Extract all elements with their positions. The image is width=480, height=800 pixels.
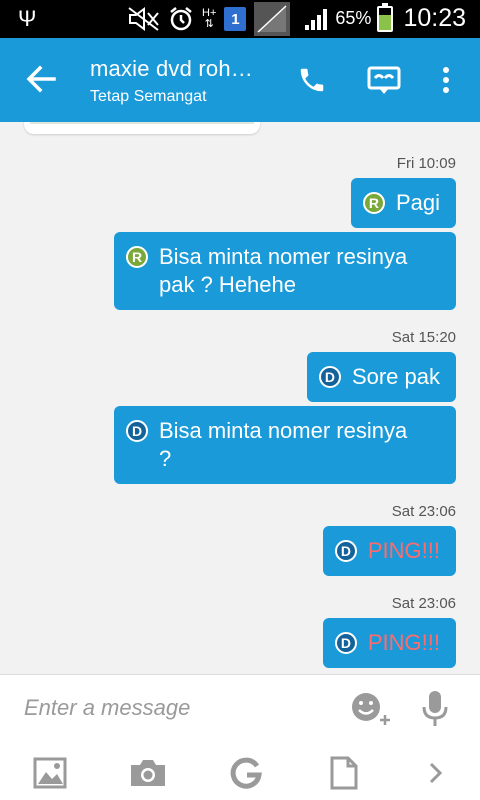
message-bubble[interactable]: D PING!!! [322, 526, 456, 576]
avatar: D [126, 420, 148, 442]
google-button[interactable] [226, 753, 266, 793]
conversation-title[interactable]: maxie dvd roh… [90, 56, 253, 82]
mic-icon[interactable] [420, 689, 450, 729]
more-vert-icon [443, 67, 449, 93]
sim-badge: 1 [224, 7, 247, 31]
phone-icon [300, 68, 324, 92]
message-bubble[interactable]: R Bisa minta nomer resinya pak ? Hehehe [114, 232, 456, 310]
incognito-button[interactable] [366, 62, 402, 98]
message-text-line: Bisa minta nomer resinya [159, 418, 408, 443]
clock: 10:23 [403, 4, 466, 32]
timestamp: Sat 23:06 [391, 595, 456, 612]
usb-icon: Ψ [18, 6, 37, 31]
message-text-line: pak ? Hehehe [159, 272, 296, 297]
message-bubble[interactable]: D Bisa minta nomer resinya ? [114, 406, 456, 484]
attachment-toolbar [0, 749, 480, 800]
timestamp: Sat 23:06 [391, 503, 456, 520]
file-button[interactable] [324, 753, 364, 793]
camera-button[interactable] [128, 753, 168, 793]
status-right: 65% 10:23 [303, 2, 466, 33]
message-list[interactable]: Fri 10:09 R Pagi R Bisa minta nomer resi… [0, 122, 480, 674]
timestamp: Sat 15:20 [391, 329, 456, 346]
status-icons: H+ ⇅ 1 [128, 2, 291, 36]
gallery-icon [33, 757, 67, 789]
gallery-button[interactable] [30, 753, 70, 793]
message-text-line: Bisa minta nomer resinya [159, 244, 408, 269]
file-icon [330, 756, 358, 790]
no-sound-icon [128, 7, 159, 31]
mask-icon [367, 66, 401, 94]
message-bubble[interactable]: R Pagi [350, 178, 456, 228]
conversation-subtitle: Tetap Semangat [90, 88, 207, 105]
battery-icon [377, 2, 394, 32]
avatar: D [334, 632, 357, 654]
avatar: D [334, 540, 357, 562]
avatar: R [362, 192, 385, 214]
avatar: R [126, 246, 148, 268]
back-arrow-icon[interactable] [24, 62, 58, 96]
signal-sim2-icon [305, 8, 328, 30]
camera-icon [131, 760, 165, 786]
signal-sim1-icon [254, 2, 291, 36]
message-input[interactable]: Enter a message [24, 695, 324, 725]
google-icon [230, 757, 262, 789]
message-text: PING!!! [367, 538, 440, 563]
network-type-indicator: H+ ⇅ [202, 7, 217, 30]
status-bar: Ψ H+ ⇅ 1 65% 10:23 [0, 0, 480, 38]
alarm-icon [170, 7, 192, 31]
message-text: PING!!! [367, 630, 440, 655]
image-message-stub[interactable] [24, 122, 260, 134]
emoji-add-icon[interactable] [350, 691, 394, 727]
call-button[interactable] [294, 62, 330, 98]
chevron-right-icon [429, 762, 443, 784]
message-bubble[interactable]: D Sore pak [306, 352, 456, 402]
app-bar: maxie dvd roh… Tetap Semangat [0, 38, 480, 122]
avatar: D [318, 366, 341, 388]
message-text-line: ? [159, 446, 172, 471]
message-text: Sore pak [351, 364, 440, 389]
message-text: Pagi [395, 190, 440, 215]
composer: Enter a message [0, 674, 480, 800]
timestamp: Fri 10:09 [396, 155, 456, 172]
message-bubble[interactable]: D PING!!! [322, 618, 456, 668]
more-attachments-button[interactable] [416, 753, 456, 793]
battery-percent: 65% [335, 8, 372, 28]
overflow-menu-button[interactable] [428, 62, 464, 98]
